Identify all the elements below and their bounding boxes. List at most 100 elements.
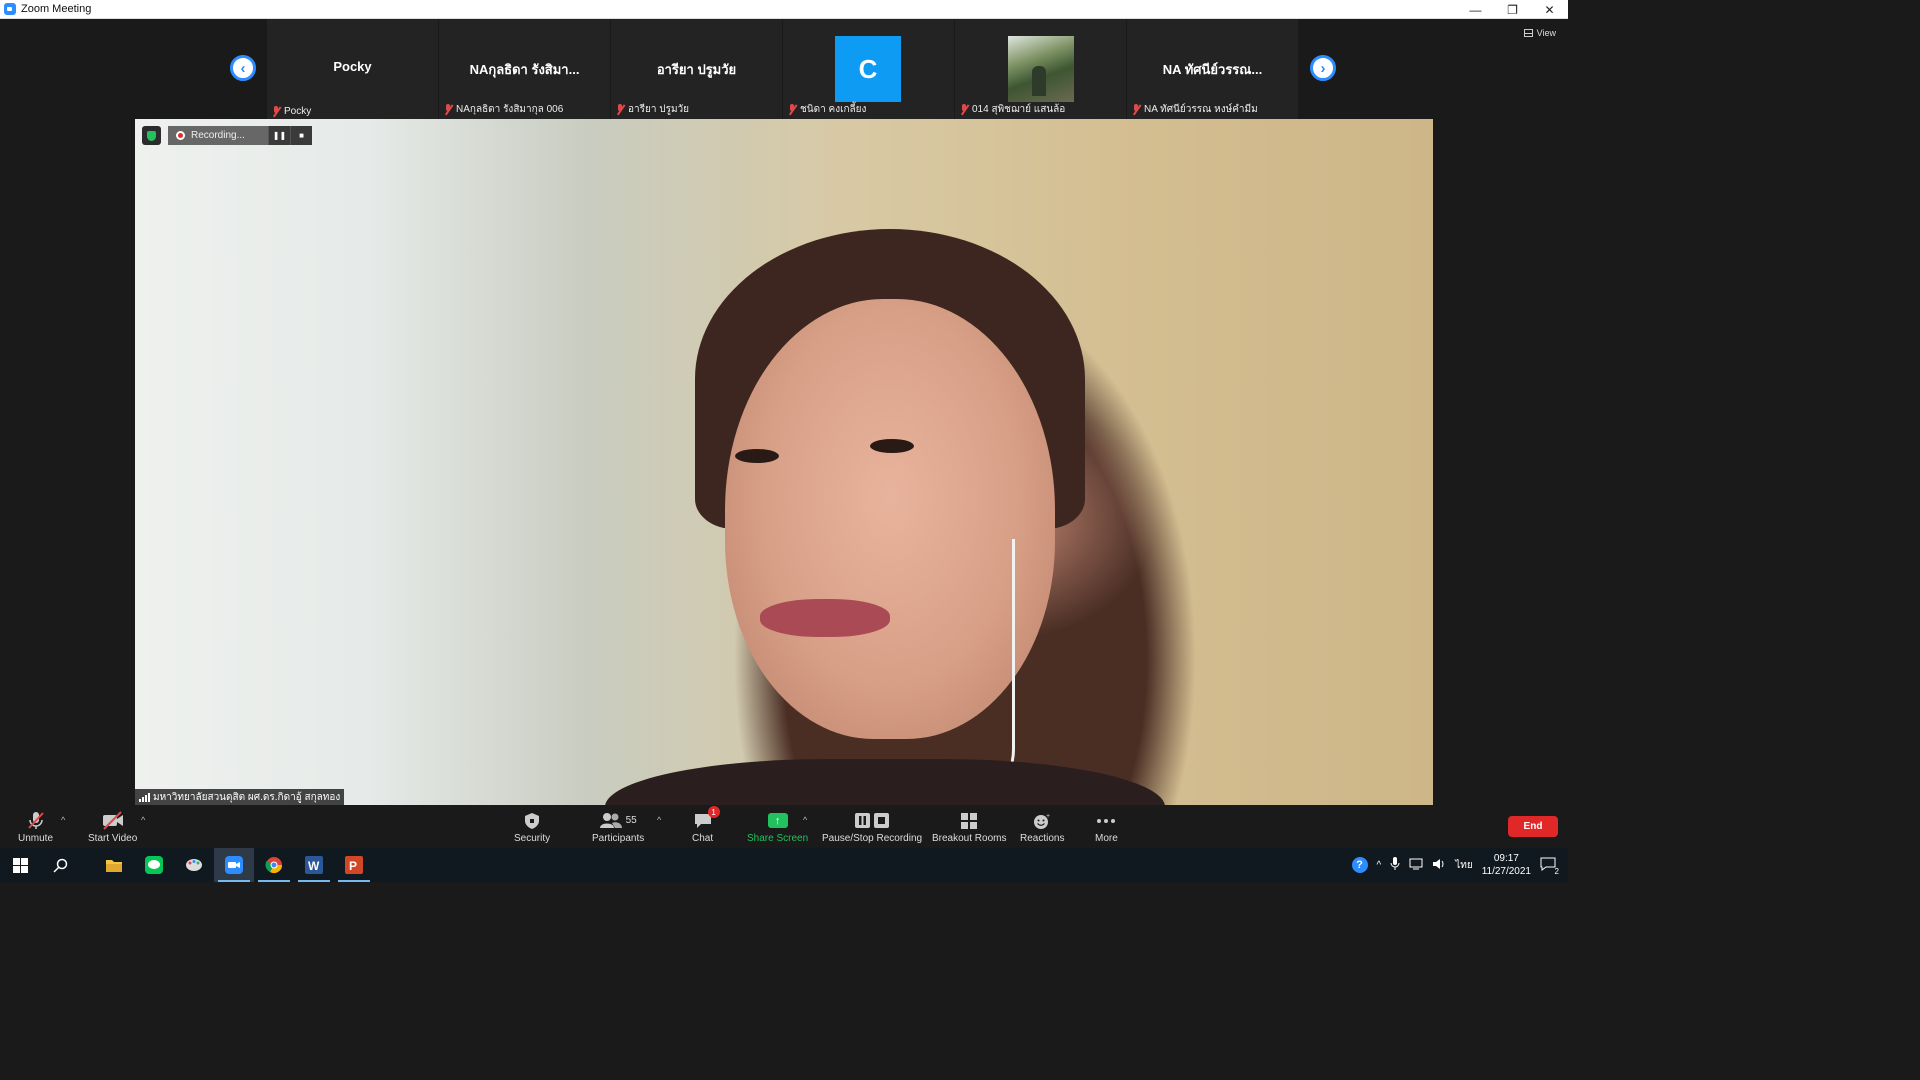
participant-tile[interactable]: C ชนิดา คงเกลี้ยง: [783, 19, 955, 119]
speaker-name-label: มหาวิทยาลัยสวนดุสิต ผศ.ดร.กิดาอู้ สกุลทอ…: [135, 789, 345, 805]
more-button[interactable]: More: [1095, 811, 1118, 844]
restore-button[interactable]: ❐: [1494, 0, 1531, 19]
smiley-icon: +: [1032, 811, 1052, 830]
close-button[interactable]: ✕: [1531, 0, 1568, 19]
windows-taskbar: W P ? ^ ไทย 09:17 11/27/2021 2: [0, 848, 1568, 882]
video-off-icon: [101, 811, 125, 830]
svg-text:W: W: [308, 859, 320, 873]
speaker-eye-left: [735, 449, 779, 463]
more-dots-icon: [1096, 811, 1116, 830]
end-meeting-button[interactable]: End: [1508, 816, 1558, 837]
zoom-app-icon: [4, 3, 16, 15]
participant-tile[interactable]: NA ทัศนีย์วรรณ... NA ทัศนีย์วรรณ หงษ์คำม…: [1127, 19, 1299, 119]
minimize-button[interactable]: —: [1457, 0, 1494, 19]
unmute-label: Unmute: [18, 833, 54, 844]
participant-label: ชนิดา คงเกลี้ยง: [787, 102, 866, 117]
participants-icon: 55: [599, 811, 637, 830]
more-label: More: [1095, 833, 1118, 844]
clock-date: 11/27/2021: [1481, 866, 1531, 877]
share-screen-icon: ↑: [767, 813, 788, 828]
security-label: Security: [514, 833, 551, 844]
chevron-left-icon: ‹: [240, 59, 246, 77]
encryption-shield-icon[interactable]: [142, 126, 161, 145]
pause-stop-recording-button[interactable]: Pause/Stop Recording: [822, 811, 922, 844]
participant-tile[interactable]: อารียา ปรูมวัย อารียา ปรูมวัย: [611, 19, 783, 119]
network-icon[interactable]: [1409, 858, 1423, 873]
recording-label: Recording...: [191, 130, 245, 141]
mic-muted-icon: [271, 106, 281, 117]
notification-center-icon[interactable]: 2: [1540, 857, 1559, 876]
audio-options-caret-icon[interactable]: ^: [61, 815, 65, 825]
reactions-button[interactable]: + Reactions: [1020, 811, 1064, 845]
security-button[interactable]: Security: [514, 811, 550, 844]
signal-strength-icon: [139, 792, 150, 802]
notification-count: 2: [1554, 866, 1559, 876]
participant-strip: Pocky Pocky NAกุลธิดา รังสิมา... NAกุลธิ…: [267, 19, 1299, 119]
speaker-shoulders: [605, 759, 1165, 805]
participant-name: NAกุลธิดา รังสิมากุล 006: [456, 104, 564, 115]
record-dot-icon: [176, 131, 185, 140]
previous-page-button[interactable]: ‹: [230, 55, 256, 81]
participants-button[interactable]: 55 Participants: [592, 811, 644, 844]
chevron-up-icon[interactable]: ^: [1377, 860, 1382, 871]
breakout-rooms-label: Breakout Rooms: [932, 833, 1007, 844]
participant-name: อารียา ปรูมวัย: [628, 104, 690, 115]
chat-icon: 1: [694, 806, 720, 830]
speaker-eye-right: [870, 439, 914, 453]
view-button[interactable]: View: [1523, 28, 1556, 38]
active-speaker-video[interactable]: Recording... ❚❚ ■ มหาวิทยาลัยสวนดุสิต ผศ…: [135, 119, 1433, 805]
paint-icon[interactable]: [174, 848, 214, 882]
share-screen-icon-wrap: ↑: [767, 811, 788, 830]
help-icon[interactable]: ?: [1351, 857, 1368, 873]
start-video-button[interactable]: Start Video: [88, 811, 137, 844]
participant-photo: [1008, 36, 1074, 102]
participant-tile[interactable]: Pocky Pocky: [267, 19, 439, 119]
participant-name: Pocky: [284, 106, 312, 117]
start-icon[interactable]: [0, 848, 40, 882]
input-language[interactable]: ไทย: [1455, 858, 1472, 873]
pause-icon: ❚❚: [272, 131, 287, 140]
gallery-view-icon: [1523, 29, 1533, 37]
volume-icon[interactable]: [1432, 858, 1446, 873]
participants-options-caret-icon[interactable]: ^: [657, 815, 661, 825]
participant-tile[interactable]: NAกุลธิดา รังสิมา... NAกุลธิดา รังสิมากุ…: [439, 19, 611, 119]
microphone-icon[interactable]: [1390, 856, 1400, 874]
pause-recording-button[interactable]: ❚❚: [268, 126, 290, 145]
participant-label: 014 สุพิชฌาย์ แสนล้อ: [959, 102, 1065, 117]
file-explorer-icon[interactable]: [94, 848, 134, 882]
mic-muted-icon: [443, 104, 453, 115]
participant-avatar: C: [835, 36, 901, 102]
unmute-button[interactable]: Unmute: [18, 811, 53, 844]
word-icon[interactable]: W: [294, 848, 334, 882]
line-icon[interactable]: [134, 848, 174, 882]
window-controls: — ❐ ✕: [1457, 0, 1568, 19]
participant-name: 014 สุพิชฌาย์ แสนล้อ: [972, 104, 1066, 115]
zoom-icon[interactable]: [214, 848, 254, 882]
stop-recording-button[interactable]: ■: [290, 126, 312, 145]
meeting-controls-bar: Unmute ^ Start Video ^ Security 55 Parti…: [0, 805, 1568, 848]
chat-button[interactable]: 1 Chat: [692, 806, 720, 844]
share-options-caret-icon[interactable]: ^: [803, 815, 807, 825]
view-label: View: [1536, 28, 1556, 38]
stop-icon: ■: [299, 131, 304, 140]
participant-display-name: อารียา ปรูมวัย: [656, 62, 737, 77]
chat-unread-badge: 1: [707, 806, 720, 818]
participant-label: NA ทัศนีย์วรรณ หงษ์คำมีม: [1131, 102, 1258, 117]
participant-name: ชนิดา คงเกลี้ยง: [800, 104, 867, 115]
powerpoint-icon[interactable]: P: [334, 848, 374, 882]
participants-count: 55: [625, 815, 637, 826]
breakout-rooms-button[interactable]: Breakout Rooms: [932, 811, 1006, 844]
next-page-button[interactable]: ›: [1310, 55, 1336, 81]
window-title: Zoom Meeting: [21, 3, 92, 15]
video-options-caret-icon[interactable]: ^: [141, 815, 145, 825]
mic-muted-icon: [959, 104, 969, 115]
chrome-icon[interactable]: [254, 848, 294, 882]
search-icon[interactable]: [40, 848, 80, 882]
share-screen-button[interactable]: ↑ Share Screen: [747, 811, 808, 844]
svg-text:+: +: [1046, 813, 1050, 820]
participant-label: Pocky: [271, 106, 311, 117]
taskbar-clock[interactable]: 09:17 11/27/2021: [1482, 852, 1531, 878]
participant-tile[interactable]: 014 สุพิชฌาย์ แสนล้อ: [955, 19, 1127, 119]
start-video-label: Start Video: [88, 833, 138, 844]
pause-stop-icon: [854, 811, 890, 830]
